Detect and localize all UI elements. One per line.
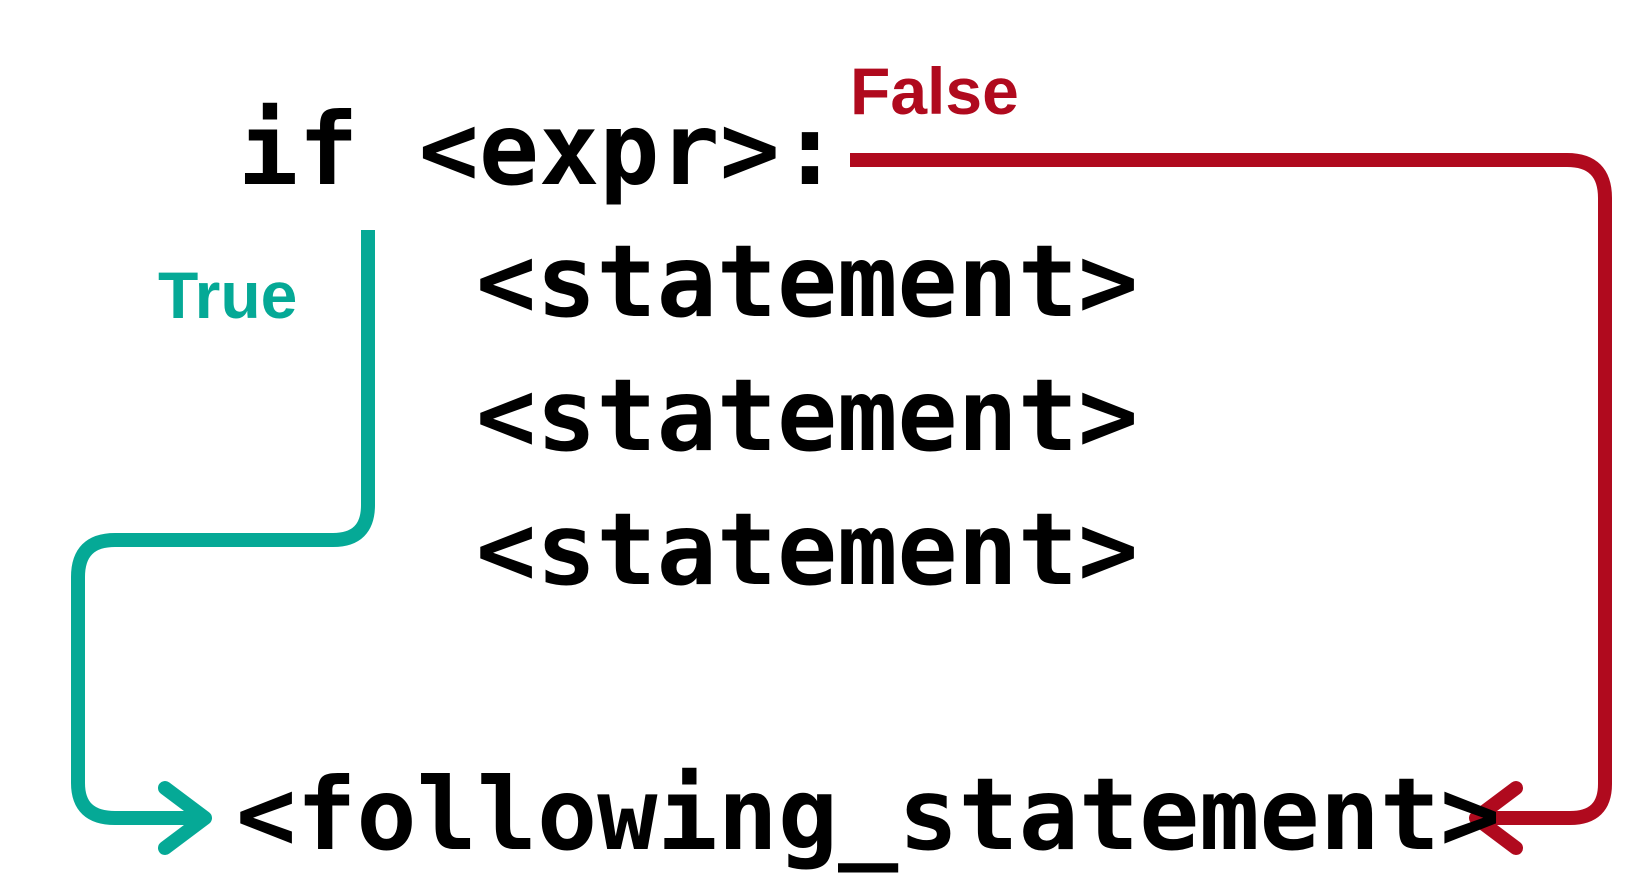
following-statement: <following_statement>	[236, 756, 1501, 873]
false-label: False	[850, 54, 1019, 128]
statement-line-3: <statement>	[476, 491, 1139, 608]
statement-line-2: <statement>	[476, 357, 1139, 474]
statement-line-1: <statement>	[476, 223, 1139, 340]
true-label: True	[158, 258, 298, 332]
if-line: if <expr>:	[238, 91, 841, 208]
